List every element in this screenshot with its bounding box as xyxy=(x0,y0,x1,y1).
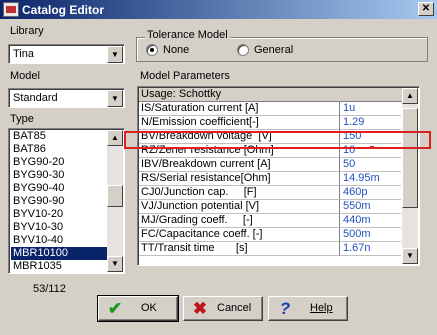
library-label: Library xyxy=(10,25,44,37)
param-value[interactable]: 50 xyxy=(340,158,401,172)
param-value[interactable]: 440m xyxy=(340,214,401,228)
param-value[interactable]: 1.29 xyxy=(340,116,401,130)
type-list-item[interactable]: BAT86 xyxy=(11,143,107,156)
title-bar[interactable]: Catalog Editor ✕ xyxy=(0,0,437,19)
radio-none-indicator[interactable] xyxy=(146,44,158,56)
model-label: Model xyxy=(10,70,40,82)
type-list-scrollbar[interactable]: ▲ ▼ xyxy=(107,130,123,272)
library-combo[interactable]: Tina ▼ xyxy=(8,44,125,64)
param-name: N/Emission coefficient[-] xyxy=(139,116,340,130)
param-row[interactable]: TT/Transit time [s] 1.67n xyxy=(139,242,402,256)
param-row[interactable]: CJ0/Junction cap. [F] 460p xyxy=(139,186,402,200)
type-list-item[interactable]: MBR10100 xyxy=(11,247,107,260)
radio-general[interactable]: General xyxy=(237,43,307,58)
highlight-mark xyxy=(370,146,374,148)
app-icon xyxy=(3,2,19,17)
scroll-up-icon[interactable]: ▲ xyxy=(107,130,123,146)
param-row[interactable]: IBV/Breakdown current [A] 50 xyxy=(139,158,402,172)
param-value[interactable]: 1u xyxy=(340,102,401,116)
close-button[interactable]: ✕ xyxy=(418,2,434,16)
type-list-items: BAT85 BAT86 BYG90-20 BYG90-30 BYG90-40 BYG90-… xyxy=(11,130,107,273)
type-list-item[interactable]: BYG90-20 xyxy=(11,156,107,169)
help-label: Help xyxy=(310,302,333,314)
param-row[interactable]: N/Emission coefficient[-] 1.29 xyxy=(139,116,402,130)
param-name: TT/Transit time [s] xyxy=(139,242,340,256)
type-list-item[interactable]: BYV10-30 xyxy=(11,221,107,234)
param-name: CJ0/Junction cap. [F] xyxy=(139,186,340,200)
params-title: Model Parameters xyxy=(140,70,230,82)
model-dropdown-chevron-down-icon[interactable]: ▼ xyxy=(107,90,123,107)
param-name: IS/Saturation current [A] xyxy=(139,102,340,116)
param-row[interactable]: VJ/Junction potential [V] 550m xyxy=(139,200,402,214)
param-name: RS/Serial resistance[Ohm] xyxy=(139,172,340,186)
window-title: Catalog Editor xyxy=(22,3,105,17)
library-value: Tina xyxy=(13,48,34,60)
model-combo[interactable]: Standard ▼ xyxy=(8,88,125,108)
param-name: IBV/Breakdown current [A] xyxy=(139,158,340,172)
type-list-item[interactable]: BYV10-20 xyxy=(11,208,107,221)
scroll-down-icon[interactable]: ▼ xyxy=(107,256,123,272)
param-value[interactable]: 500m xyxy=(340,228,401,242)
params-rows: Usage: Schottky IS/Saturation current [A… xyxy=(139,88,402,264)
highlight-box xyxy=(124,131,431,149)
param-name: FC/Capacitance coeff. [-] xyxy=(139,228,340,242)
type-label: Type xyxy=(10,113,34,125)
type-list-item[interactable]: BYV10-40 xyxy=(11,234,107,247)
ok-button[interactable]: ✔ OK xyxy=(97,295,179,322)
check-icon: ✔ xyxy=(107,299,123,318)
library-dropdown-chevron-down-icon[interactable]: ▼ xyxy=(107,46,123,63)
type-list[interactable]: BAT85 BAT86 BYG90-20 BYG90-30 BYG90-40 BYG90-… xyxy=(8,128,125,274)
params-scrollbar[interactable]: ▲ ▼ xyxy=(402,88,418,264)
param-value[interactable]: 550m xyxy=(340,200,401,214)
param-row[interactable]: FC/Capacitance coeff. [-] 500m xyxy=(139,228,402,242)
cross-icon: ✖ xyxy=(192,299,208,318)
cancel-button[interactable]: ✖ Cancel xyxy=(183,296,263,321)
param-name: MJ/Grading coeff. [-] xyxy=(139,214,340,228)
param-name: VJ/Junction potential [V] xyxy=(139,200,340,214)
tolerance-title: Tolerance Model xyxy=(145,29,230,41)
help-button[interactable]: ? Help xyxy=(268,296,348,321)
radio-general-label: General xyxy=(254,44,294,56)
param-row[interactable]: MJ/Grading coeff. [-] 440m xyxy=(139,214,402,228)
radio-general-indicator[interactable] xyxy=(237,44,249,56)
question-icon: ? xyxy=(279,299,291,318)
param-value[interactable]: 14.95m xyxy=(340,172,401,186)
usage-row: Usage: Schottky xyxy=(139,88,402,102)
scroll-thumb[interactable] xyxy=(107,185,123,207)
param-row[interactable]: RS/Serial resistance[Ohm] 14.95m xyxy=(139,172,402,186)
param-value[interactable]: 1.67n xyxy=(340,242,401,256)
type-list-item[interactable]: BAT85 xyxy=(11,130,107,143)
scroll-down-icon[interactable]: ▼ xyxy=(402,248,418,264)
radio-none[interactable]: None xyxy=(146,43,206,58)
params-grid[interactable]: Usage: Schottky IS/Saturation current [A… xyxy=(137,86,420,266)
type-list-item[interactable]: MBR1035 xyxy=(11,260,107,273)
cancel-label: Cancel xyxy=(217,302,252,314)
param-row[interactable]: IS/Saturation current [A] 1u xyxy=(139,102,402,116)
type-list-item[interactable]: BYG90-30 xyxy=(11,169,107,182)
ok-label: OK xyxy=(141,302,157,314)
radio-none-label: None xyxy=(163,44,190,56)
param-value[interactable]: 460p xyxy=(340,186,401,200)
scroll-up-icon[interactable]: ▲ xyxy=(402,88,418,104)
scroll-thumb[interactable] xyxy=(402,108,418,208)
type-list-item[interactable]: BYG90-90 xyxy=(11,195,107,208)
type-counter: 53/112 xyxy=(33,283,66,295)
type-list-item[interactable]: BYG90-40 xyxy=(11,182,107,195)
model-value: Standard xyxy=(13,92,58,104)
